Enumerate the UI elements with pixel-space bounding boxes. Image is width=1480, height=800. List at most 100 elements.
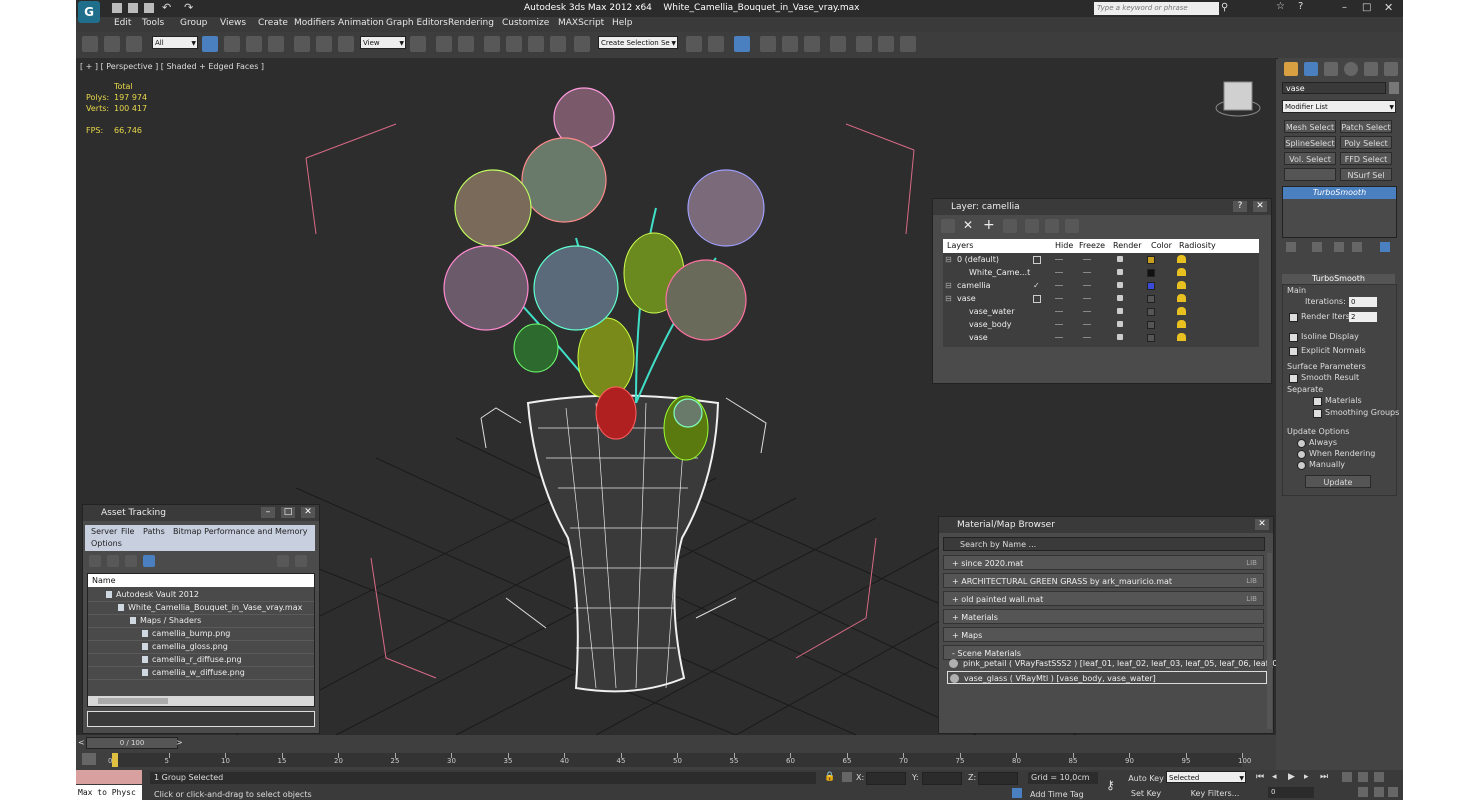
smooth-result-checkbox[interactable] bbox=[1289, 374, 1298, 383]
freeze-toggle-icon[interactable] bbox=[1083, 285, 1091, 286]
asset-item[interactable]: Autodesk Vault 2012 bbox=[88, 588, 314, 602]
asset-name-header[interactable]: Name bbox=[88, 574, 314, 587]
menu-modifiers[interactable]: Modifiers bbox=[294, 18, 335, 28]
table-view-icon[interactable] bbox=[143, 555, 155, 567]
layer-column-hide[interactable]: Hide bbox=[1055, 241, 1073, 250]
menu-edit[interactable]: Edit bbox=[114, 18, 131, 28]
freeze-toggle-icon[interactable] bbox=[1083, 298, 1091, 299]
curve-editor-icon[interactable] bbox=[782, 36, 798, 52]
separate-materials-checkbox[interactable] bbox=[1313, 397, 1322, 406]
material-browser-close-button[interactable]: ✕ bbox=[1255, 519, 1269, 530]
asset-item[interactable]: camellia_w_diffuse.png bbox=[88, 666, 314, 680]
z-field[interactable] bbox=[978, 772, 1018, 785]
menu-group[interactable]: Group bbox=[180, 18, 207, 28]
layer-row[interactable]: White_Came...t bbox=[943, 266, 1259, 279]
layer-row[interactable]: vase bbox=[943, 331, 1259, 344]
save-file-icon[interactable] bbox=[144, 3, 154, 13]
mirror-icon[interactable] bbox=[686, 36, 702, 52]
material-group-row[interactable]: + Maps bbox=[943, 627, 1264, 642]
render-toggle-icon[interactable] bbox=[1117, 269, 1123, 275]
render-toggle-icon[interactable] bbox=[1117, 308, 1123, 314]
menu-customize[interactable]: Customize bbox=[502, 18, 549, 28]
layer-color-swatch[interactable] bbox=[1147, 334, 1155, 342]
next-key-icon[interactable]: ▸ bbox=[1304, 772, 1309, 782]
scene-material-row[interactable]: vase_glass ( VRayMtl ) [vase_body, vase_… bbox=[947, 671, 1267, 684]
play-icon[interactable]: ▶ bbox=[1288, 772, 1295, 782]
binoculars-icon[interactable]: ⚲ bbox=[1221, 2, 1228, 13]
update-button[interactable]: Update bbox=[1305, 475, 1371, 488]
open-file-icon[interactable] bbox=[128, 3, 138, 13]
time-slider[interactable]: 0 / 100 bbox=[86, 737, 178, 749]
configure-modifier-icon[interactable] bbox=[1380, 242, 1390, 252]
perspective-viewport[interactable]: [ + ] [ Perspective ] [ Shaded + Edged F… bbox=[76, 58, 1276, 735]
layer-color-swatch[interactable] bbox=[1147, 256, 1155, 264]
hide-toggle-icon[interactable] bbox=[1055, 272, 1063, 273]
radiosity-icon[interactable] bbox=[1177, 281, 1186, 289]
asset-item[interactable]: White_Camellia_Bouquet_in_Vase_vray.max bbox=[88, 601, 314, 615]
current-frame-field[interactable]: 0 bbox=[1268, 787, 1314, 798]
isoline-display-checkbox[interactable] bbox=[1289, 333, 1298, 342]
percent-snap-icon[interactable] bbox=[528, 36, 544, 52]
radiosity-icon[interactable] bbox=[1177, 333, 1186, 341]
layer-close-button[interactable]: ✕ bbox=[1253, 201, 1267, 212]
freeze-toggle-icon[interactable] bbox=[1083, 272, 1091, 273]
hide-all-layers-icon[interactable] bbox=[1045, 219, 1059, 233]
hide-toggle-icon[interactable] bbox=[1055, 259, 1063, 260]
asset-menu-server[interactable]: Server bbox=[91, 527, 117, 536]
hide-toggle-icon[interactable] bbox=[1055, 311, 1063, 312]
snap-toggle-icon[interactable] bbox=[484, 36, 500, 52]
edit-named-selection-icon[interactable] bbox=[574, 36, 590, 52]
turbosmooth-rollout-header[interactable]: TurboSmooth bbox=[1282, 274, 1395, 284]
when-rendering-radio[interactable] bbox=[1297, 450, 1306, 459]
auto-key-button[interactable]: Auto Key bbox=[1128, 772, 1164, 785]
prev-key-icon[interactable]: ◂ bbox=[1272, 772, 1277, 782]
angle-snap-icon[interactable] bbox=[506, 36, 522, 52]
time-marker[interactable] bbox=[112, 753, 118, 767]
key-set-dropdown[interactable]: Selected bbox=[1166, 771, 1246, 785]
new-file-icon[interactable] bbox=[112, 3, 122, 13]
app-logo-icon[interactable]: G bbox=[78, 1, 100, 23]
keyboard-shortcut-icon[interactable] bbox=[458, 36, 474, 52]
modifier-button[interactable] bbox=[1284, 168, 1336, 181]
pin-stack-icon[interactable] bbox=[1286, 242, 1296, 252]
star-icon[interactable]: ☆ bbox=[1276, 1, 1285, 12]
next-frame-button[interactable]: > bbox=[176, 738, 183, 747]
render-setup-icon[interactable] bbox=[856, 36, 872, 52]
modifier-button[interactable]: SplineSelect bbox=[1284, 136, 1336, 149]
layer-column-color[interactable]: Color bbox=[1151, 241, 1172, 250]
mini-curve-icon[interactable] bbox=[82, 753, 96, 765]
hierarchy-tab-icon[interactable] bbox=[1324, 62, 1338, 76]
layer-column-render[interactable]: Render bbox=[1113, 241, 1141, 250]
asset-horizontal-scrollbar[interactable] bbox=[88, 696, 314, 706]
modifier-button[interactable]: Mesh Select bbox=[1284, 120, 1336, 133]
object-name-field[interactable]: vase bbox=[1282, 82, 1386, 94]
freeze-toggle-icon[interactable] bbox=[1083, 311, 1091, 312]
select-object-icon[interactable] bbox=[202, 36, 218, 52]
redo-icon[interactable]: ↷ bbox=[184, 1, 193, 14]
expand-icon[interactable]: ⊟ bbox=[945, 279, 952, 292]
menu-views[interactable]: Views bbox=[220, 18, 246, 28]
search-input[interactable]: Type a keyword or phrase bbox=[1094, 2, 1219, 15]
render-toggle-icon[interactable] bbox=[1117, 295, 1123, 301]
make-unique-icon[interactable] bbox=[1334, 242, 1344, 252]
modifier-list-dropdown[interactable]: Modifier List bbox=[1282, 100, 1396, 114]
layer-row[interactable]: vase_water bbox=[943, 305, 1259, 318]
rendered-frame-icon[interactable] bbox=[878, 36, 894, 52]
material-group-row[interactable]: + Materials bbox=[943, 609, 1264, 624]
radiosity-icon[interactable] bbox=[1177, 268, 1186, 276]
bind-spacewarp-icon[interactable] bbox=[126, 36, 142, 52]
asset-item[interactable]: camellia_gloss.png bbox=[88, 640, 314, 654]
material-editor-icon[interactable] bbox=[830, 36, 846, 52]
scale-icon[interactable] bbox=[338, 36, 354, 52]
show-end-result-icon[interactable] bbox=[1312, 242, 1322, 252]
create-layer-icon[interactable] bbox=[941, 219, 955, 233]
menu-animation[interactable]: Animation bbox=[338, 18, 384, 28]
rect-selection-icon[interactable] bbox=[246, 36, 262, 52]
undo-icon[interactable]: ↶ bbox=[162, 1, 171, 14]
y-field[interactable] bbox=[922, 772, 962, 785]
radiosity-icon[interactable] bbox=[1177, 255, 1186, 263]
hide-toggle-icon[interactable] bbox=[1055, 285, 1063, 286]
render-iters-spinner[interactable]: 2 bbox=[1349, 312, 1377, 322]
always-radio[interactable] bbox=[1297, 439, 1306, 448]
render-toggle-icon[interactable] bbox=[1117, 334, 1123, 340]
